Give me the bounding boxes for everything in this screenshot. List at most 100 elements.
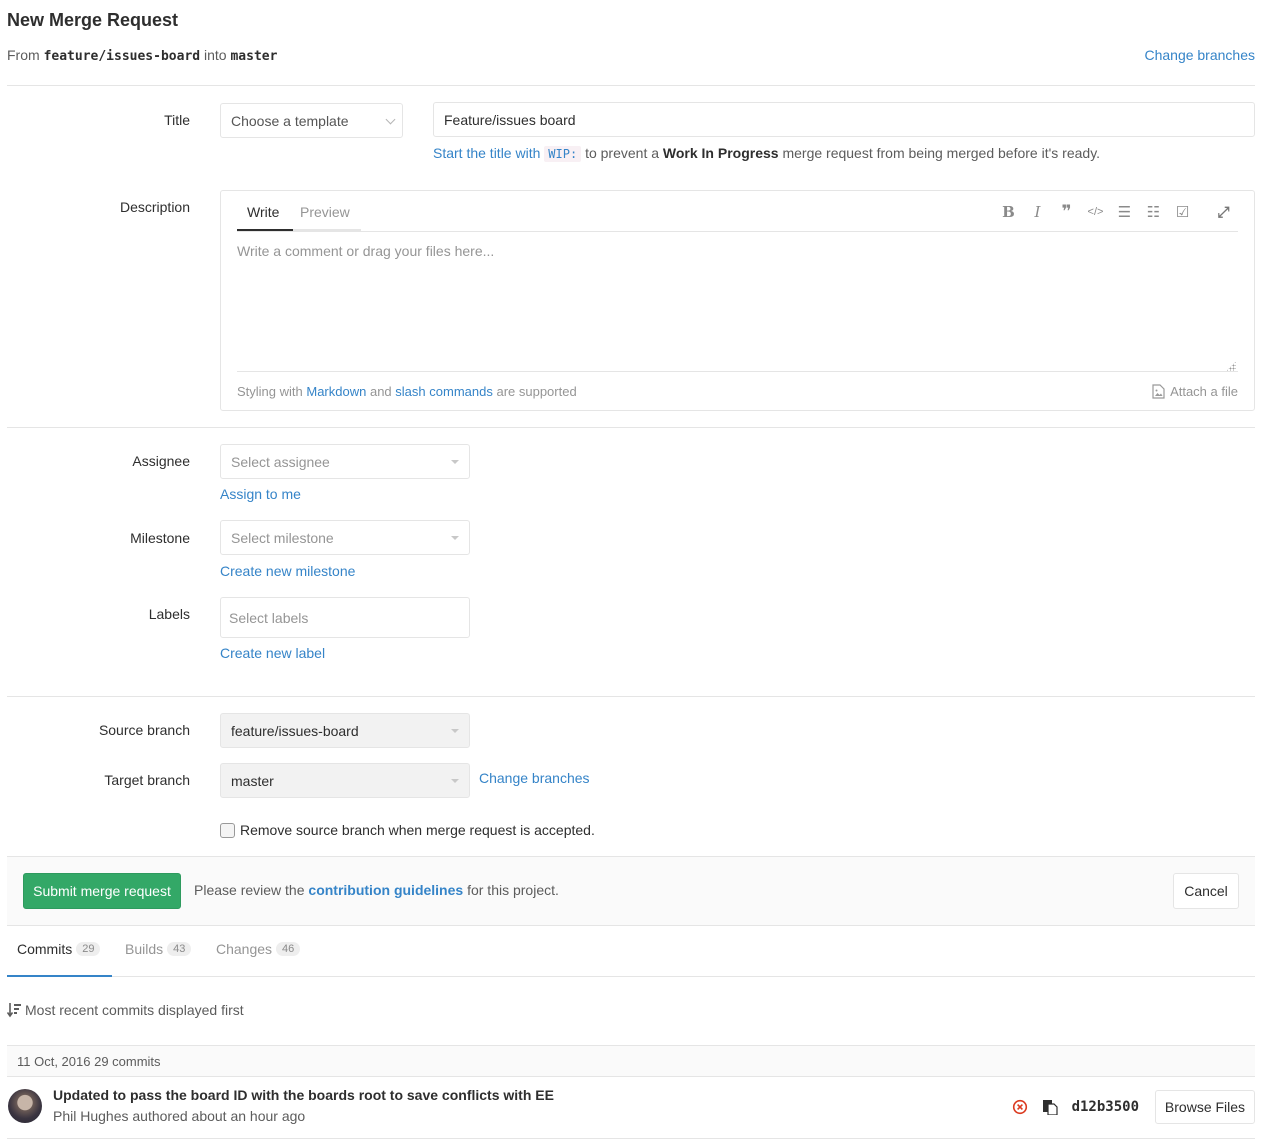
- assignee-select[interactable]: Select assignee: [220, 444, 470, 479]
- divider: [7, 696, 1255, 697]
- source-branch-label: Source branch: [98, 722, 190, 738]
- source-branch-select[interactable]: feature/issues-board: [220, 713, 470, 748]
- tab-write[interactable]: Write: [247, 204, 279, 220]
- template-select-value: Choose a template: [231, 112, 349, 129]
- commits-count-badge: 29: [76, 942, 101, 956]
- source-branch-name: feature/issues-board: [43, 49, 201, 64]
- remove-source-branch-option[interactable]: Remove source branch when merge request …: [220, 822, 595, 838]
- active-tab-underline: [7, 975, 112, 977]
- wip-code: WIP:: [544, 146, 582, 162]
- branch-summary: From feature/issues-board into master: [7, 47, 277, 64]
- divider: [7, 427, 1255, 428]
- from-label: From: [7, 47, 40, 63]
- commit-actions: d12b3500 Browse Files: [1012, 1090, 1255, 1124]
- code-icon[interactable]: </>: [1081, 203, 1110, 221]
- commit-day-header: 11 Oct, 2016 29 commits: [7, 1045, 1255, 1077]
- caret-down-icon: [451, 778, 459, 783]
- remove-source-branch-checkbox[interactable]: [220, 822, 235, 838]
- markdown-hint: Styling with Markdown and slash commands…: [237, 384, 577, 399]
- tab-underline: [293, 229, 361, 231]
- description-label: Description: [119, 199, 190, 215]
- chevron-down-icon: [385, 114, 396, 124]
- wip-hint: Start the title with WIP: to prevent a W…: [433, 145, 1101, 162]
- browse-files-button[interactable]: Browse Files: [1155, 1090, 1255, 1124]
- slash-commands-link[interactable]: slash commands: [395, 384, 493, 399]
- copy-sha-icon[interactable]: [1042, 1099, 1058, 1115]
- tab-builds[interactable]: Builds 43: [125, 941, 192, 957]
- divider: [7, 85, 1255, 86]
- quote-icon[interactable]: ❞: [1052, 202, 1081, 221]
- commit-author-line: Phil Hughes authored about an hour ago: [53, 1108, 306, 1124]
- target-branch-select[interactable]: master: [220, 763, 470, 798]
- attach-file-button[interactable]: Attach a file: [1152, 384, 1238, 399]
- contribution-note: Please review the contribution guideline…: [194, 882, 559, 898]
- markdown-toolbar: B I ❞ </> ☰ ☷ ☑ ⤢: [994, 202, 1238, 221]
- page-title: New Merge Request: [7, 10, 179, 30]
- labels-label: Labels: [148, 606, 190, 622]
- form-actions: Submit merge request Please review the c…: [7, 856, 1255, 926]
- labels-placeholder: Select labels: [229, 609, 309, 626]
- assignee-placeholder: Select assignee: [231, 453, 330, 470]
- changes-count-badge: 46: [276, 942, 301, 956]
- merge-request-tabs: Commits 29 Builds 43 Changes 46: [7, 926, 1255, 977]
- create-label-link[interactable]: Create new label: [220, 645, 325, 661]
- commit-order-text: Most recent commits displayed first: [25, 1002, 244, 1018]
- author-avatar[interactable]: [8, 1089, 42, 1123]
- commit-title[interactable]: Updated to pass the board ID with the bo…: [53, 1087, 554, 1103]
- labels-input[interactable]: Select labels: [220, 597, 470, 638]
- italic-icon[interactable]: I: [1023, 203, 1052, 221]
- caret-down-icon: [451, 535, 459, 540]
- title-input-value: Feature/issues board: [444, 111, 576, 128]
- cancel-button[interactable]: Cancel: [1173, 873, 1239, 909]
- fullscreen-icon[interactable]: ⤢: [1209, 203, 1238, 221]
- milestone-placeholder: Select milestone: [231, 529, 334, 546]
- tab-commits[interactable]: Commits 29: [17, 941, 101, 957]
- bulleted-list-icon[interactable]: ☰: [1110, 203, 1139, 221]
- task-list-icon[interactable]: ☑: [1168, 203, 1197, 221]
- commit-sha[interactable]: d12b3500: [1072, 1099, 1139, 1115]
- source-branch-value: feature/issues-board: [231, 722, 359, 739]
- create-milestone-link[interactable]: Create new milestone: [220, 563, 355, 579]
- title-input[interactable]: Feature/issues board: [433, 102, 1255, 137]
- markdown-link[interactable]: Markdown: [306, 384, 366, 399]
- caret-down-icon: [451, 459, 459, 464]
- contribution-note-suffix: for this project.: [467, 882, 559, 898]
- wip-hint-link[interactable]: Start the title with: [433, 145, 540, 161]
- commit-row: Updated to pass the board ID with the bo…: [7, 1077, 1255, 1139]
- change-branches-link-bottom[interactable]: Change branches: [479, 770, 590, 786]
- resize-handle[interactable]: [1226, 361, 1236, 371]
- builds-count-badge: 43: [167, 942, 192, 956]
- contribution-note-prefix: Please review the: [194, 882, 305, 898]
- markdown-hint-prefix: Styling with: [237, 384, 303, 399]
- description-textarea[interactable]: Write a comment or drag your files here.…: [237, 243, 1238, 259]
- title-label: Title: [164, 112, 190, 128]
- remove-source-branch-label: Remove source branch when merge request …: [240, 822, 595, 838]
- sort-descending-icon: [7, 1003, 21, 1018]
- change-branches-link[interactable]: Change branches: [1144, 47, 1255, 63]
- numbered-list-icon[interactable]: ☷: [1139, 203, 1168, 221]
- attach-file-label: Attach a file: [1170, 384, 1238, 399]
- milestone-label: Milestone: [130, 530, 190, 546]
- markdown-hint-and: and: [369, 384, 392, 399]
- build-failed-icon[interactable]: [1012, 1099, 1028, 1115]
- wip-hint-text: to prevent a: [585, 145, 660, 161]
- tab-changes-label: Changes: [216, 941, 273, 957]
- tab-changes[interactable]: Changes 46: [216, 941, 301, 957]
- into-label: into: [204, 47, 227, 63]
- textarea-border: [237, 371, 1238, 372]
- wip-hint-end: merge request from being merged before i…: [782, 145, 1101, 161]
- bold-icon[interactable]: B: [994, 203, 1023, 221]
- markdown-hint-suffix: are supported: [496, 384, 577, 399]
- assign-to-me-link[interactable]: Assign to me: [220, 486, 301, 502]
- milestone-select[interactable]: Select milestone: [220, 520, 470, 555]
- active-tab-underline: [237, 229, 293, 231]
- editor-tabs: Write Preview B I ❞ </> ☰ ☷ ☑ ⤢: [237, 191, 1238, 232]
- assignee-label: Assignee: [132, 453, 190, 469]
- template-select[interactable]: Choose a template: [220, 103, 403, 138]
- tab-preview[interactable]: Preview: [300, 204, 350, 220]
- wip-hint-bold: Work In Progress: [662, 145, 779, 161]
- tab-builds-label: Builds: [125, 941, 164, 957]
- contribution-guidelines-link[interactable]: contribution guidelines: [308, 882, 463, 898]
- image-file-icon: [1152, 384, 1165, 399]
- submit-merge-request-button[interactable]: Submit merge request: [23, 873, 181, 909]
